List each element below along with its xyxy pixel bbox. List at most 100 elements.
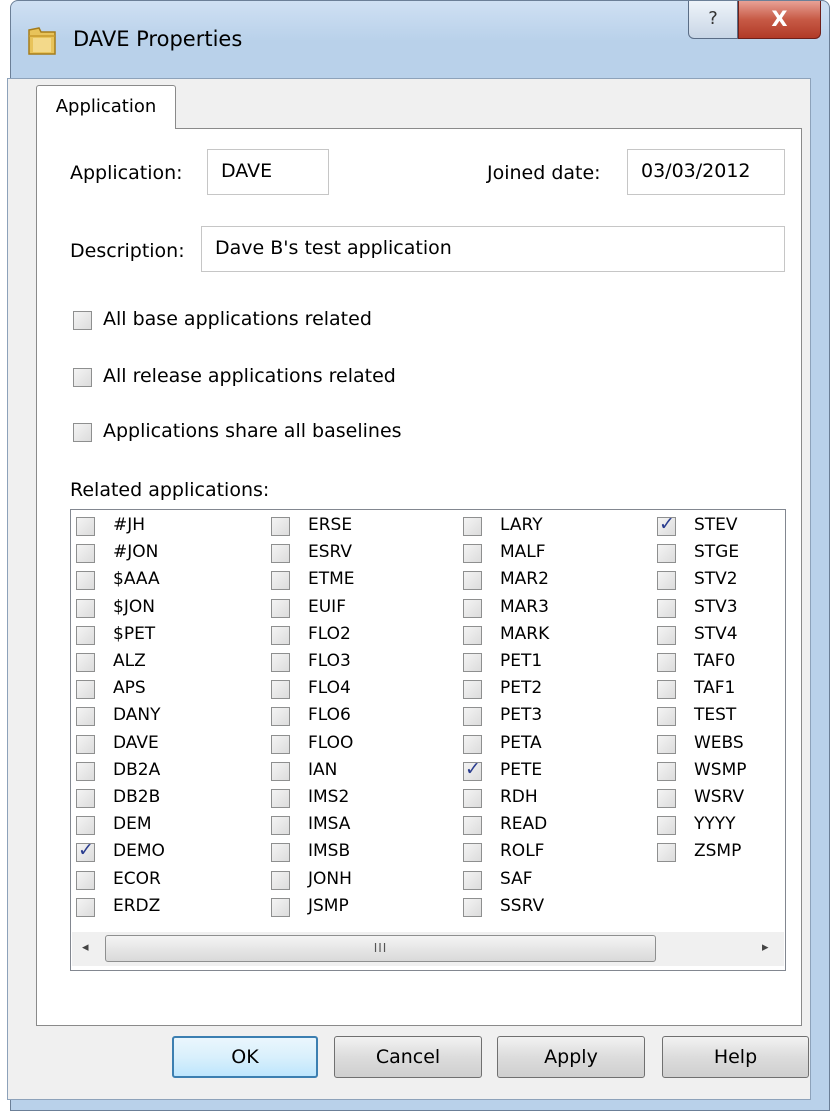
list-item-checkbox[interactable] (76, 839, 95, 863)
list-item-checkbox[interactable] (657, 544, 676, 564)
list-item-label: ESRV (308, 542, 353, 563)
question-icon: ? (708, 8, 718, 29)
list-item-label: STGE (694, 542, 740, 563)
list-item-checkbox[interactable] (657, 761, 676, 781)
list-item-checkbox[interactable] (76, 598, 95, 618)
cancel-button[interactable]: Cancel (334, 1036, 482, 1078)
close-button[interactable]: X (738, 1, 821, 39)
list-item-checkbox[interactable] (76, 761, 95, 781)
list-item-checkbox[interactable] (463, 843, 482, 863)
list-item-checkbox[interactable] (76, 653, 95, 672)
list-item-checkbox[interactable] (463, 897, 482, 917)
list-item-label: FLO4 (308, 678, 351, 699)
list-item-checkbox[interactable] (657, 707, 676, 727)
list-item-checkbox[interactable] (271, 761, 290, 781)
option-checkbox[interactable] (73, 368, 92, 387)
tab-application[interactable]: Application (36, 85, 176, 129)
list-item-checkbox[interactable] (76, 707, 95, 727)
list-item-checkbox[interactable] (271, 707, 290, 727)
list-item-checkbox[interactable] (657, 625, 676, 645)
horizontal-scrollbar[interactable]: ◂ III ▸ (72, 932, 784, 966)
list-item-label: MALF (500, 542, 546, 563)
list-item-label: ETME (308, 569, 355, 590)
list-item-checkbox[interactable] (657, 789, 676, 808)
list-item-checkbox[interactable] (271, 843, 290, 863)
joined-date-field[interactable]: 03/03/2012 (627, 149, 785, 195)
list-item-checkbox[interactable] (271, 653, 290, 672)
option-checkbox[interactable] (73, 311, 92, 330)
list-item-label: SSRV (500, 895, 545, 916)
help-button[interactable]: Help (662, 1036, 809, 1078)
list-item-checkbox[interactable] (657, 513, 676, 536)
list-item-label: ERDZ (113, 895, 161, 916)
list-item-checkbox[interactable] (463, 571, 482, 591)
list-item-checkbox[interactable] (271, 734, 290, 754)
list-item-label: MARK (500, 623, 550, 644)
list-item-checkbox[interactable] (271, 870, 290, 890)
list-item-checkbox[interactable] (463, 517, 482, 536)
list-item-label: DB2B (113, 787, 161, 807)
list-item-label: MAR2 (500, 569, 549, 590)
list-item-checkbox[interactable] (76, 789, 95, 808)
list-item-checkbox[interactable] (271, 897, 290, 917)
application-field[interactable]: DAVE (207, 149, 329, 195)
list-item-checkbox[interactable] (463, 625, 482, 645)
list-item-checkbox[interactable] (76, 816, 95, 836)
list-item-checkbox[interactable] (657, 734, 676, 754)
list-item-label: ZSMP (694, 841, 742, 862)
list-item-checkbox[interactable] (463, 734, 482, 754)
list-item-checkbox[interactable] (271, 680, 290, 700)
scrollbar-thumb[interactable]: III (105, 935, 656, 962)
list-item-checkbox[interactable] (657, 816, 676, 836)
list-item-checkbox[interactable] (271, 816, 290, 836)
ok-button[interactable]: OK (172, 1036, 318, 1078)
list-item-checkbox[interactable] (76, 571, 95, 591)
description-field[interactable]: Dave B's test application (201, 226, 785, 272)
list-item-checkbox[interactable] (76, 625, 95, 645)
title-bar[interactable]: DAVE Properties ? X (11, 1, 829, 79)
list-item-checkbox[interactable] (76, 870, 95, 890)
list-item-checkbox[interactable] (271, 625, 290, 645)
list-item-checkbox[interactable] (271, 789, 290, 808)
scroll-left-icon[interactable]: ◂ (82, 940, 89, 955)
list-item-checkbox[interactable] (463, 816, 482, 836)
list-item-label: YYYY (694, 814, 736, 835)
list-item-label: IMSA (308, 814, 351, 835)
list-item-label: STEV (694, 515, 738, 535)
list-item-checkbox[interactable] (76, 897, 95, 917)
list-item-checkbox[interactable] (463, 789, 482, 808)
list-item-label: JSMP (308, 895, 349, 916)
list-item-label: DEM (113, 814, 152, 835)
list-item-checkbox[interactable] (657, 680, 676, 700)
help-title-button[interactable]: ? (688, 1, 738, 39)
list-item-checkbox[interactable] (271, 517, 290, 536)
list-item-checkbox[interactable] (463, 707, 482, 727)
list-item-checkbox[interactable] (463, 680, 482, 700)
list-item-label: FLO2 (308, 623, 351, 644)
folder-icon (28, 27, 56, 55)
list-item-checkbox[interactable] (463, 870, 482, 890)
list-item-checkbox[interactable] (463, 544, 482, 564)
close-icon: X (771, 7, 788, 31)
related-applications-list[interactable]: #JH #JON $AAA $JON $PET ALZ APS DANY DAVE DB2A DB2… (70, 509, 786, 971)
apply-button[interactable]: Apply (497, 1036, 645, 1078)
list-item-checkbox[interactable] (463, 758, 482, 781)
list-item-checkbox[interactable] (76, 734, 95, 754)
list-item-label: IAN (308, 759, 338, 780)
list-item-checkbox[interactable] (271, 598, 290, 618)
list-item-checkbox[interactable] (657, 598, 676, 618)
list-item-checkbox[interactable] (463, 653, 482, 672)
list-item-label: PET2 (500, 678, 543, 699)
list-item-checkbox[interactable] (76, 544, 95, 564)
list-item-checkbox[interactable] (657, 653, 676, 672)
list-item-checkbox[interactable] (271, 571, 290, 591)
list-item-checkbox[interactable] (657, 571, 676, 591)
list-item-checkbox[interactable] (271, 544, 290, 564)
application-label: Application: (70, 162, 183, 184)
list-item-checkbox[interactable] (76, 680, 95, 700)
list-item-checkbox[interactable] (463, 598, 482, 618)
option-checkbox[interactable] (73, 423, 92, 442)
list-item-checkbox[interactable] (76, 517, 95, 536)
list-item-checkbox[interactable] (657, 843, 676, 863)
scroll-right-icon[interactable]: ▸ (762, 940, 769, 955)
